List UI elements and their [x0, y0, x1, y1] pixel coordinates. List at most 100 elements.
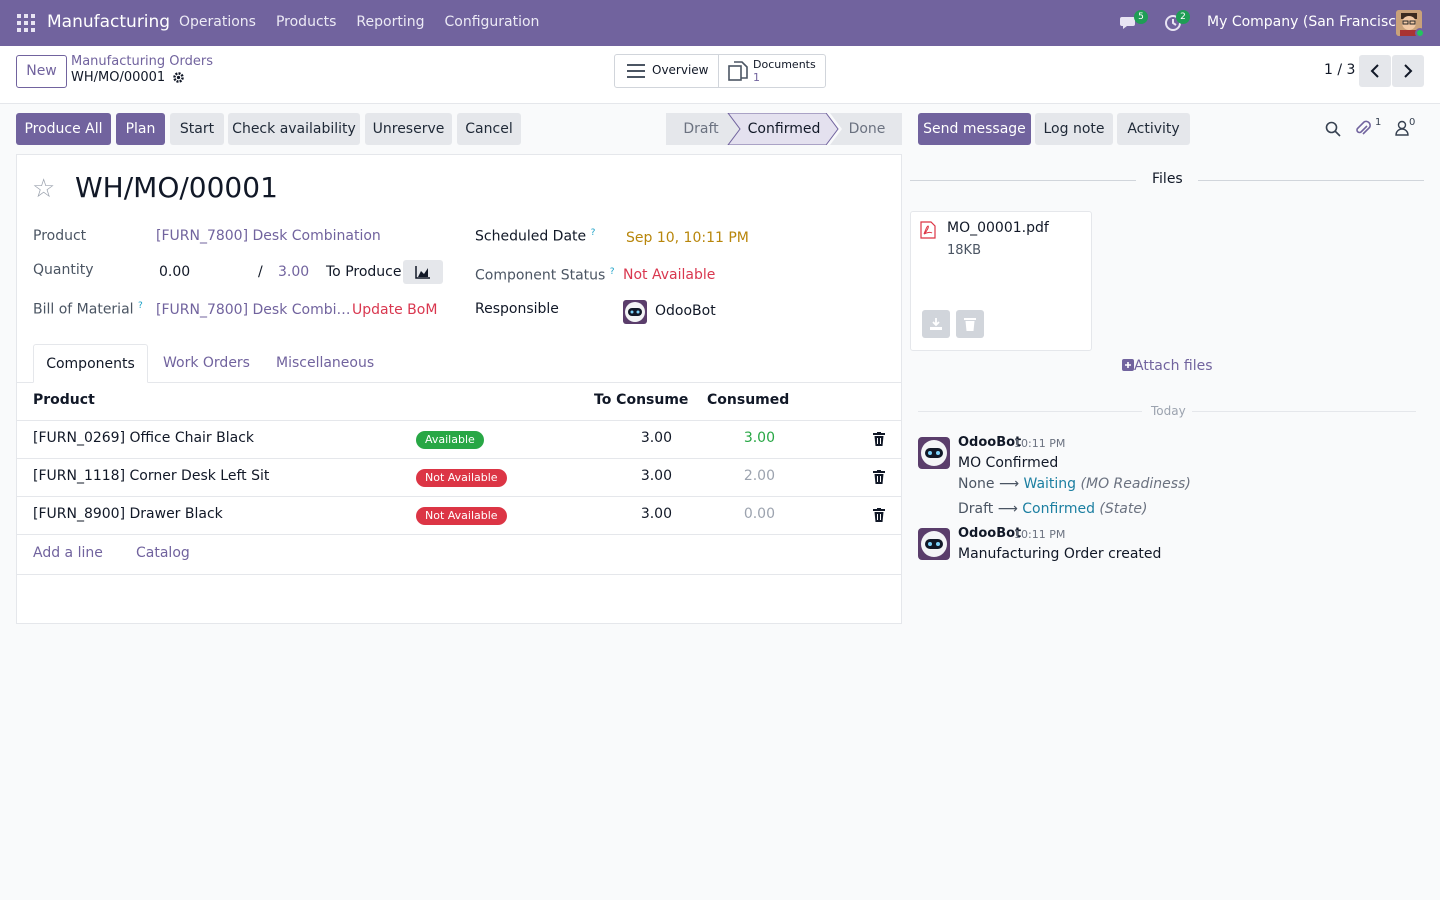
pager-next-button[interactable]: [1392, 55, 1424, 87]
app-name[interactable]: Manufacturing: [47, 12, 170, 32]
component-row-3-status-badge: Not Available: [416, 507, 507, 525]
paperclip-icon[interactable]: [1355, 120, 1371, 138]
update-bom-button[interactable]: Update BoM: [352, 302, 437, 318]
message-author-avatar[interactable]: [918, 437, 950, 469]
column-header-to-consume[interactable]: To Consume: [594, 392, 688, 408]
stage-confirmed[interactable]: Confirmed: [740, 113, 828, 145]
bom-field[interactable]: [FURN_7800] Desk Combi…: [156, 302, 351, 318]
search-icon[interactable]: [1325, 121, 1341, 137]
trash-icon[interactable]: [873, 432, 885, 446]
tab-miscellaneous[interactable]: Miscellaneous: [276, 344, 374, 383]
stage-done[interactable]: Done: [842, 113, 892, 145]
component-row-3-consumed[interactable]: 0.00: [715, 506, 775, 522]
activities-count-badge: 2: [1176, 10, 1190, 24]
new-button[interactable]: New: [16, 55, 67, 88]
component-status-help-icon[interactable]: ?: [610, 267, 615, 277]
component-row-3-product[interactable]: [FURN_8900] Drawer Black: [33, 506, 223, 522]
message-author-avatar[interactable]: [918, 528, 950, 560]
gear-icon[interactable]: [172, 71, 185, 84]
trash-icon: [964, 318, 976, 331]
bom-label: Bill of Material ?: [33, 301, 143, 318]
catalog-button[interactable]: Catalog: [136, 545, 190, 561]
add-line-button[interactable]: Add a line: [33, 545, 103, 561]
scheduled-date-help-icon[interactable]: ?: [591, 228, 596, 238]
responsible-avatar: [623, 300, 647, 324]
component-status-label-text: Component Status: [475, 267, 606, 284]
produce-all-button[interactable]: Produce All: [16, 113, 111, 145]
tab-work-orders[interactable]: Work Orders: [163, 344, 250, 383]
stage-draft[interactable]: Draft: [666, 113, 736, 145]
component-status-label: Component Status ?: [475, 267, 615, 284]
tab-components[interactable]: Components: [33, 344, 148, 383]
menu-configuration[interactable]: Configuration: [444, 14, 539, 30]
files-divider-left: [910, 180, 1136, 181]
overview-button[interactable]: Overview: [615, 55, 719, 87]
column-header-consumed[interactable]: Consumed: [707, 392, 789, 408]
menu-operations[interactable]: Operations: [179, 14, 256, 30]
bom-help-icon[interactable]: ?: [138, 301, 143, 311]
send-message-button[interactable]: Send message: [918, 113, 1031, 145]
trash-icon[interactable]: [873, 508, 885, 522]
activity-button[interactable]: Activity: [1117, 113, 1190, 145]
component-row-3-to-consume[interactable]: 3.00: [612, 506, 672, 522]
table-footer-divider: [17, 574, 901, 575]
tracking-new-value: Confirmed: [1022, 501, 1095, 517]
menu-products[interactable]: Products: [276, 14, 336, 30]
odoobot-icon: [921, 440, 947, 466]
start-button[interactable]: Start: [170, 113, 224, 145]
product-field[interactable]: [FURN_7800] Desk Combination: [156, 228, 381, 244]
attach-files-button[interactable]: Attach files: [1122, 358, 1213, 374]
message-author[interactable]: OdooBot: [958, 526, 1021, 541]
menu-reporting[interactable]: Reporting: [356, 14, 424, 30]
component-row-2-consumed[interactable]: 2.00: [715, 468, 775, 484]
plan-button[interactable]: Plan: [116, 113, 165, 145]
log-note-button[interactable]: Log note: [1035, 113, 1113, 145]
component-row-2-product[interactable]: [FURN_1118] Corner Desk Left Sit: [33, 468, 269, 484]
documents-count: 1: [753, 71, 760, 84]
trash-icon[interactable]: [873, 470, 885, 484]
arrow-right-icon: ⟶: [998, 476, 1024, 492]
tracking-old-value: None: [958, 476, 995, 492]
row-divider: [17, 534, 901, 535]
scheduled-date-field[interactable]: Sep 10, 10:11 PM: [626, 230, 749, 246]
app-grid-icon[interactable]: [17, 14, 35, 32]
unreserve-button[interactable]: Unreserve: [365, 113, 452, 145]
column-header-product[interactable]: Product: [33, 392, 95, 408]
component-row-1-status-badge: Available: [416, 431, 484, 449]
followers-icon[interactable]: [1395, 120, 1409, 136]
list-icon: [627, 64, 645, 78]
component-row-2-to-consume[interactable]: 3.00: [612, 468, 672, 484]
row-divider: [17, 458, 901, 459]
scheduled-date-label: Scheduled Date ?: [475, 228, 595, 245]
component-row-1-product[interactable]: [FURN_0269] Office Chair Black: [33, 430, 254, 446]
attachments-count: 1: [1375, 117, 1382, 128]
documents-button[interactable]: Documents 1: [719, 55, 825, 87]
tracking-new-value: Waiting: [1023, 476, 1077, 492]
quantity-total-field[interactable]: 3.00: [278, 264, 309, 280]
pager-previous-button[interactable]: [1359, 55, 1391, 87]
download-attachment-button[interactable]: [922, 310, 950, 338]
component-row-1-to-consume[interactable]: 3.00: [612, 430, 672, 446]
component-row-2-status-badge: Not Available: [416, 469, 507, 487]
pdf-file-icon: [920, 221, 936, 239]
check-availability-button[interactable]: Check availability: [228, 113, 360, 145]
favorite-star-icon[interactable]: ☆: [32, 174, 55, 204]
component-row-1-consumed[interactable]: 3.00: [715, 430, 775, 446]
company-switcher[interactable]: My Company (San Francisco): [1207, 14, 1410, 30]
responsible-field[interactable]: OdooBot: [655, 303, 716, 319]
message-author[interactable]: OdooBot: [958, 435, 1021, 450]
scheduled-date-label-text: Scheduled Date: [475, 228, 587, 245]
cancel-button[interactable]: Cancel: [457, 113, 521, 145]
plus-square-icon: [1122, 359, 1134, 371]
forecast-chart-button[interactable]: [403, 260, 443, 284]
breadcrumb-parent[interactable]: Manufacturing Orders: [71, 54, 213, 69]
delete-attachment-button[interactable]: [956, 310, 984, 338]
tracking-old-value: Draft: [958, 501, 994, 517]
pager-value[interactable]: 1 / 3: [1324, 62, 1355, 78]
product-label: Product: [33, 228, 87, 244]
record-title: WH/MO/00001: [75, 171, 278, 204]
tracking-field-name: (State): [1099, 501, 1148, 517]
documents-icon: [728, 61, 748, 81]
control-panel: New Manufacturing Orders WH/MO/00001 Ove…: [0, 46, 1440, 104]
quantity-produced-field[interactable]: 0.00: [159, 264, 190, 280]
